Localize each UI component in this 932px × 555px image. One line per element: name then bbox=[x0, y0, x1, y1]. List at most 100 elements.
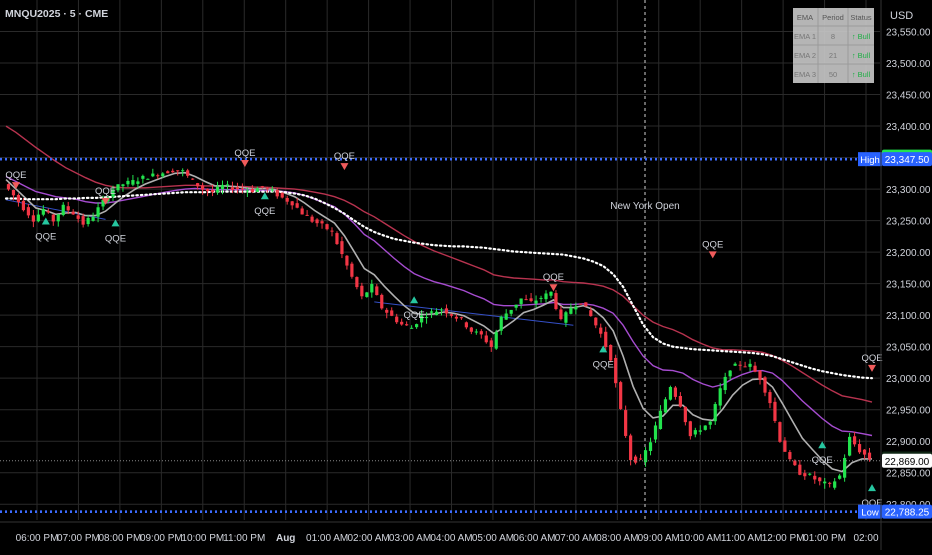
candle-body bbox=[265, 188, 269, 190]
candle-body bbox=[240, 188, 245, 190]
y-tick-label: 23,250.00 bbox=[886, 217, 931, 228]
high-price-tag-label: High bbox=[860, 155, 880, 166]
candle-body bbox=[638, 458, 643, 460]
candle-body bbox=[698, 430, 702, 432]
candle-body bbox=[708, 421, 712, 425]
y-tick-label: 23,450.00 bbox=[886, 91, 931, 102]
x-tick-label: 02:00 AM bbox=[347, 533, 389, 544]
candle-body bbox=[703, 425, 707, 430]
candle-body bbox=[683, 406, 687, 423]
candle-body bbox=[370, 284, 374, 293]
candle-body bbox=[549, 291, 553, 296]
chart-canvas[interactable]: QQEQQEQQEQQEQQEQQEQQEQQEQQEQQEQQEQQEQQEQ… bbox=[0, 0, 932, 550]
candle-body bbox=[609, 345, 613, 361]
x-tick-label: 10:00 PM bbox=[181, 533, 224, 544]
ema-row-2-period: 21 bbox=[829, 51, 837, 60]
candle-body bbox=[559, 309, 563, 320]
candle-body bbox=[599, 327, 603, 334]
symbol-title[interactable]: MNQU2025 · 5 · CME bbox=[5, 8, 108, 20]
qqe-sell-label: QQE bbox=[543, 272, 564, 283]
qqe-sell-label: QQE bbox=[702, 239, 723, 250]
candle-body bbox=[16, 194, 21, 203]
candle-body bbox=[235, 187, 240, 190]
y-tick-label: 23,150.00 bbox=[886, 280, 931, 291]
qqe-buy-label: QQE bbox=[593, 359, 614, 370]
candle-body bbox=[166, 171, 170, 174]
time-axis[interactable]: 06:00 PM07:00 PM08:00 PM09:00 PM10:00 PM… bbox=[0, 521, 932, 544]
qqe-buy-label: QQE bbox=[35, 231, 56, 242]
candle-body bbox=[260, 186, 264, 188]
ema-header-status: Status bbox=[850, 13, 872, 22]
y-tick-label: 23,500.00 bbox=[886, 59, 931, 70]
x-tick-label: 07:00 PM bbox=[57, 533, 100, 544]
candle-body bbox=[499, 316, 503, 331]
y-tick-label: 23,400.00 bbox=[886, 122, 931, 133]
candle-body bbox=[81, 216, 85, 225]
candle-body bbox=[489, 340, 493, 348]
chart[interactable]: QQE QQE QQE QQE QQE QQE QQE QQE QQE QQE QQE QQE QQE Q… bbox=[0, 0, 932, 550]
candle-body bbox=[564, 312, 568, 323]
candle-body bbox=[330, 230, 334, 232]
currency-label[interactable]: USD bbox=[890, 10, 913, 22]
candle-body bbox=[380, 294, 384, 309]
candle-body bbox=[604, 331, 608, 348]
candle-body bbox=[56, 214, 60, 222]
candle-body bbox=[574, 306, 578, 310]
x-tick-label: 09:00 PM bbox=[140, 533, 183, 544]
candle-body bbox=[434, 311, 439, 316]
x-tick-label: 08:00 PM bbox=[98, 533, 141, 544]
candle-body bbox=[6, 184, 11, 190]
candle-body bbox=[823, 481, 827, 484]
candle-body bbox=[459, 317, 463, 319]
candle-body bbox=[300, 208, 304, 215]
qqe-buy-label: QQE bbox=[254, 206, 275, 217]
x-tick-label: 11:00 AM bbox=[721, 533, 763, 544]
candle-body bbox=[848, 436, 852, 456]
candle-body bbox=[181, 170, 185, 172]
candle-body bbox=[783, 440, 787, 452]
candle-body bbox=[534, 300, 538, 304]
candle-body bbox=[554, 293, 558, 310]
low-price-tag: 22,788.25 bbox=[885, 508, 930, 519]
ema-row-3-status: ↑ Bull bbox=[852, 70, 871, 79]
qqe-sell-marker bbox=[240, 160, 249, 168]
candle-body bbox=[350, 263, 354, 277]
candle-body bbox=[519, 298, 523, 305]
candle-body bbox=[200, 185, 205, 190]
candle-body bbox=[728, 370, 732, 377]
candle-body bbox=[469, 327, 473, 332]
candle-body bbox=[529, 298, 533, 302]
candle-body bbox=[156, 175, 160, 177]
candle-body bbox=[768, 392, 772, 404]
candle-body bbox=[619, 382, 623, 409]
candle-body bbox=[76, 215, 80, 219]
ema-row-3-period: 50 bbox=[829, 70, 837, 79]
candle-body bbox=[449, 314, 454, 316]
candle-body bbox=[633, 456, 638, 463]
candle-body bbox=[245, 190, 249, 192]
candle-body bbox=[121, 184, 125, 187]
candle-body bbox=[405, 324, 409, 326]
y-tick-label: 22,950.00 bbox=[886, 406, 931, 417]
candle-body bbox=[390, 310, 394, 316]
candle-body bbox=[310, 216, 314, 222]
qqe-buy-marker bbox=[260, 192, 269, 200]
qqe-signals: QQEQQEQQEQQEQQEQQEQQEQQEQQEQQEQQEQQEQQEQ… bbox=[5, 148, 882, 509]
x-tick-label: 09:00 AM bbox=[638, 533, 680, 544]
candle-body bbox=[758, 370, 762, 380]
candle-body bbox=[753, 365, 757, 372]
y-tick-label: 23,200.00 bbox=[886, 248, 931, 259]
candle-body bbox=[151, 173, 155, 177]
qqe-sell-marker bbox=[868, 364, 876, 372]
ema-status-table: EMA Period Status EMA 1 8 ↑ Bull EMA 2 2… bbox=[793, 8, 874, 83]
y-tick-label: 22,900.00 bbox=[886, 437, 931, 448]
candle-body bbox=[813, 475, 817, 480]
x-tick-label: 07:00 AM bbox=[555, 533, 597, 544]
candle-body bbox=[788, 452, 792, 460]
candle-body bbox=[862, 449, 867, 455]
y-tick-label: 23,300.00 bbox=[886, 185, 931, 196]
candle-body bbox=[594, 317, 598, 326]
last-price-tag: 22,869.00 bbox=[885, 457, 930, 468]
candle-body bbox=[673, 387, 678, 397]
candle-body bbox=[210, 189, 215, 193]
